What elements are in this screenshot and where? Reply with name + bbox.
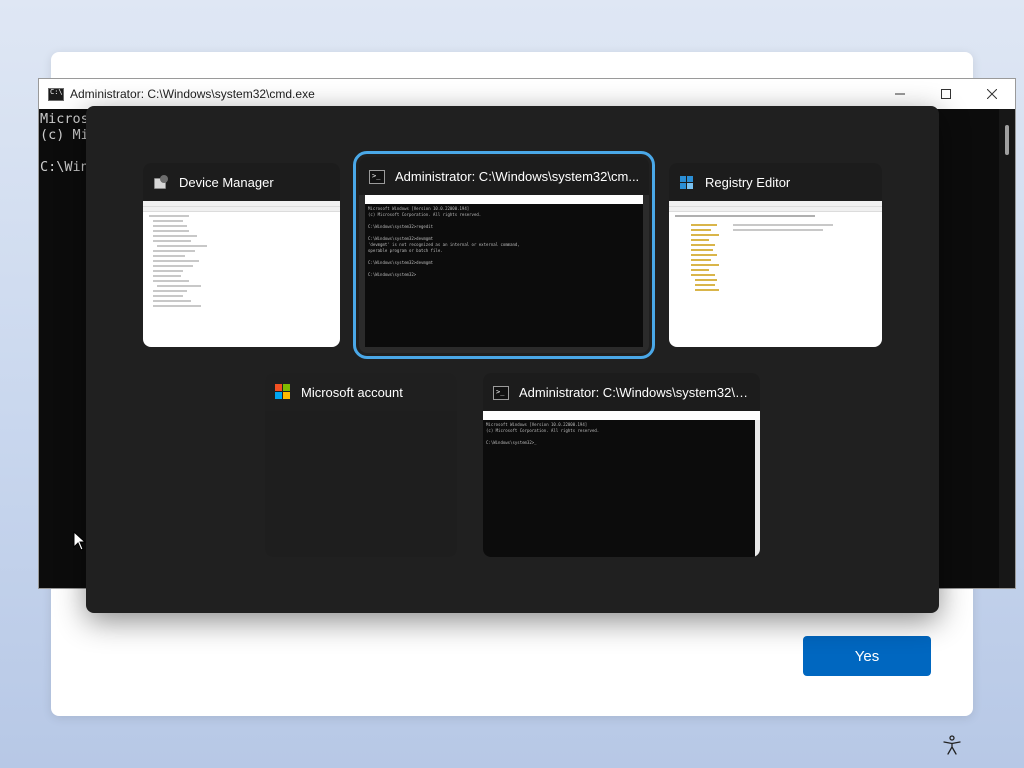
- task-tile-cmd[interactable]: Administrator: C:\Windows\system32\cm...…: [483, 373, 760, 557]
- device-manager-icon: [153, 174, 169, 190]
- yes-button[interactable]: Yes: [803, 636, 931, 676]
- registry-editor-icon: [679, 174, 695, 190]
- tile-title: Administrator: C:\Windows\system32\cm...: [519, 384, 760, 400]
- mouse-cursor-icon: [73, 531, 87, 551]
- task-tile-device-manager[interactable]: Device Manager: [143, 163, 340, 347]
- accessibility-icon[interactable]: [941, 734, 963, 756]
- tile-header: Microsoft account: [265, 373, 457, 411]
- tile-header: Device Manager: [143, 163, 340, 201]
- tile-header: Administrator: C:\Windows\system32\cm...: [483, 373, 760, 411]
- microsoft-account-preview: [265, 411, 457, 557]
- tile-title: Microsoft account: [301, 384, 403, 400]
- device-manager-preview: [143, 201, 340, 347]
- minimize-button[interactable]: [877, 79, 923, 109]
- task-tile-microsoft-account[interactable]: Microsoft account: [265, 373, 457, 557]
- cmd-titlebar[interactable]: Administrator: C:\Windows\system32\cmd.e…: [39, 79, 1015, 109]
- tile-header: Registry Editor: [669, 163, 882, 201]
- tile-title: Administrator: C:\Windows\system32\cm...: [395, 168, 640, 184]
- cmd-icon: [48, 87, 64, 101]
- registry-editor-preview: [669, 201, 882, 347]
- tile-title: Device Manager: [179, 174, 274, 190]
- cmd-icon: [369, 169, 385, 184]
- maximize-icon: [941, 89, 951, 99]
- cmd-scrollbar[interactable]: [999, 109, 1015, 588]
- maximize-button[interactable]: [923, 79, 969, 109]
- close-icon: [987, 89, 997, 99]
- cmd-window-title: Administrator: C:\Windows\system32\cmd.e…: [70, 87, 315, 101]
- close-button[interactable]: [969, 79, 1015, 109]
- microsoft-logo-icon: [275, 384, 291, 400]
- tile-title: Registry Editor: [705, 174, 791, 190]
- tile-header: Administrator: C:\Windows\system32\cm...: [359, 157, 649, 195]
- cmd-icon: [493, 385, 509, 400]
- minimize-icon: [895, 93, 905, 95]
- task-tile-cmd-selected[interactable]: Administrator: C:\Windows\system32\cm...…: [353, 151, 655, 359]
- cmd-preview: Microsoft Windows [Version 10.0.22000.19…: [365, 195, 643, 347]
- task-switcher: Device Manager >_ Administrator: C:\Wind…: [86, 106, 939, 613]
- scroll-thumb[interactable]: [1005, 125, 1009, 155]
- cmd-preview: Microsoft Windows [Version 10.0.22000.19…: [483, 411, 760, 557]
- task-tile-registry-editor[interactable]: Registry Editor: [669, 163, 882, 347]
